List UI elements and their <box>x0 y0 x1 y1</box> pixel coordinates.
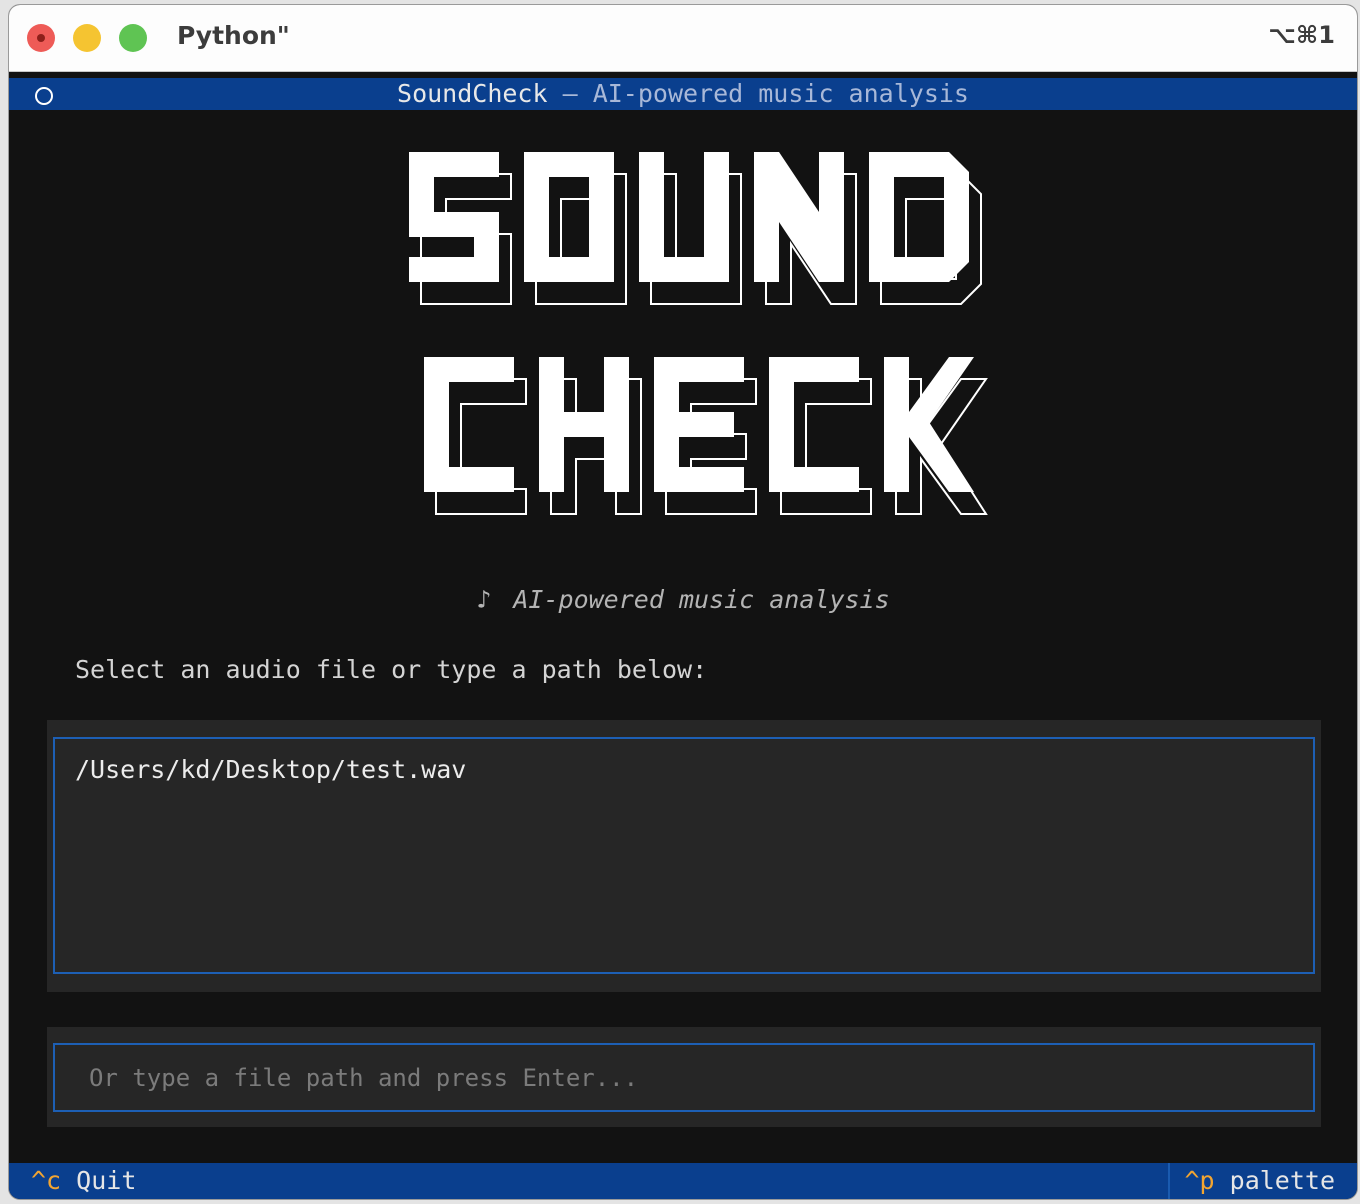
logo-letter-c2 <box>769 357 859 492</box>
window-title: Python" <box>177 21 290 50</box>
window-titlebar: Python" ⌥⌘1 <box>9 5 1357 72</box>
logo-letter-d <box>869 152 969 282</box>
circle-icon[interactable] <box>35 87 53 105</box>
list-item[interactable]: /Users/kd/Desktop/test.wav <box>75 755 466 784</box>
file-list-panel: /Users/kd/Desktop/test.wav <box>47 720 1321 992</box>
header-app-name: SoundCheck <box>397 79 548 108</box>
window-shortcut: ⌥⌘1 <box>1268 21 1335 49</box>
logo-letter-e <box>654 357 744 492</box>
header-subtitle: AI-powered music analysis <box>592 79 969 108</box>
quit-key: ^c <box>31 1166 62 1195</box>
terminal-window: Python" ⌥⌘1 SoundCheck — AI-powered musi… <box>8 4 1358 1200</box>
tagline: ♪ AI-powered music analysis <box>9 585 1357 614</box>
logo-letter-n <box>754 152 844 282</box>
logo-letter-h <box>539 357 629 492</box>
header-separator: — <box>547 79 593 108</box>
quit-label: Quit <box>76 1166 137 1195</box>
app-header: SoundCheck — AI-powered music analysis <box>9 78 1357 110</box>
logo-letter-s <box>409 152 499 282</box>
logo-letter-c <box>424 357 514 492</box>
palette-label: palette <box>1229 1166 1335 1195</box>
instruction-label: Select an audio file or type a path belo… <box>75 655 708 684</box>
close-window-button[interactable] <box>27 24 55 52</box>
logo-letter-k <box>884 357 974 492</box>
path-input-panel <box>47 1027 1321 1127</box>
palette-binding[interactable]: ^p palette <box>1168 1163 1357 1199</box>
palette-key: ^p <box>1184 1166 1215 1195</box>
path-input-box <box>53 1043 1315 1112</box>
tagline-text: AI-powered music analysis <box>513 585 890 614</box>
file-list[interactable]: /Users/kd/Desktop/test.wav <box>53 737 1315 974</box>
logo-letter-o <box>524 152 614 282</box>
minimize-window-button[interactable] <box>73 24 101 52</box>
music-note-icon: ♪ <box>476 585 492 614</box>
logo-letter-u <box>639 152 729 282</box>
zoom-window-button[interactable] <box>119 24 147 52</box>
soundcheck-logo <box>409 152 988 515</box>
path-input[interactable] <box>55 1045 1313 1110</box>
footer-bar: ^c Quit ^p palette <box>9 1163 1357 1199</box>
quit-binding[interactable]: ^c Quit <box>31 1163 136 1199</box>
